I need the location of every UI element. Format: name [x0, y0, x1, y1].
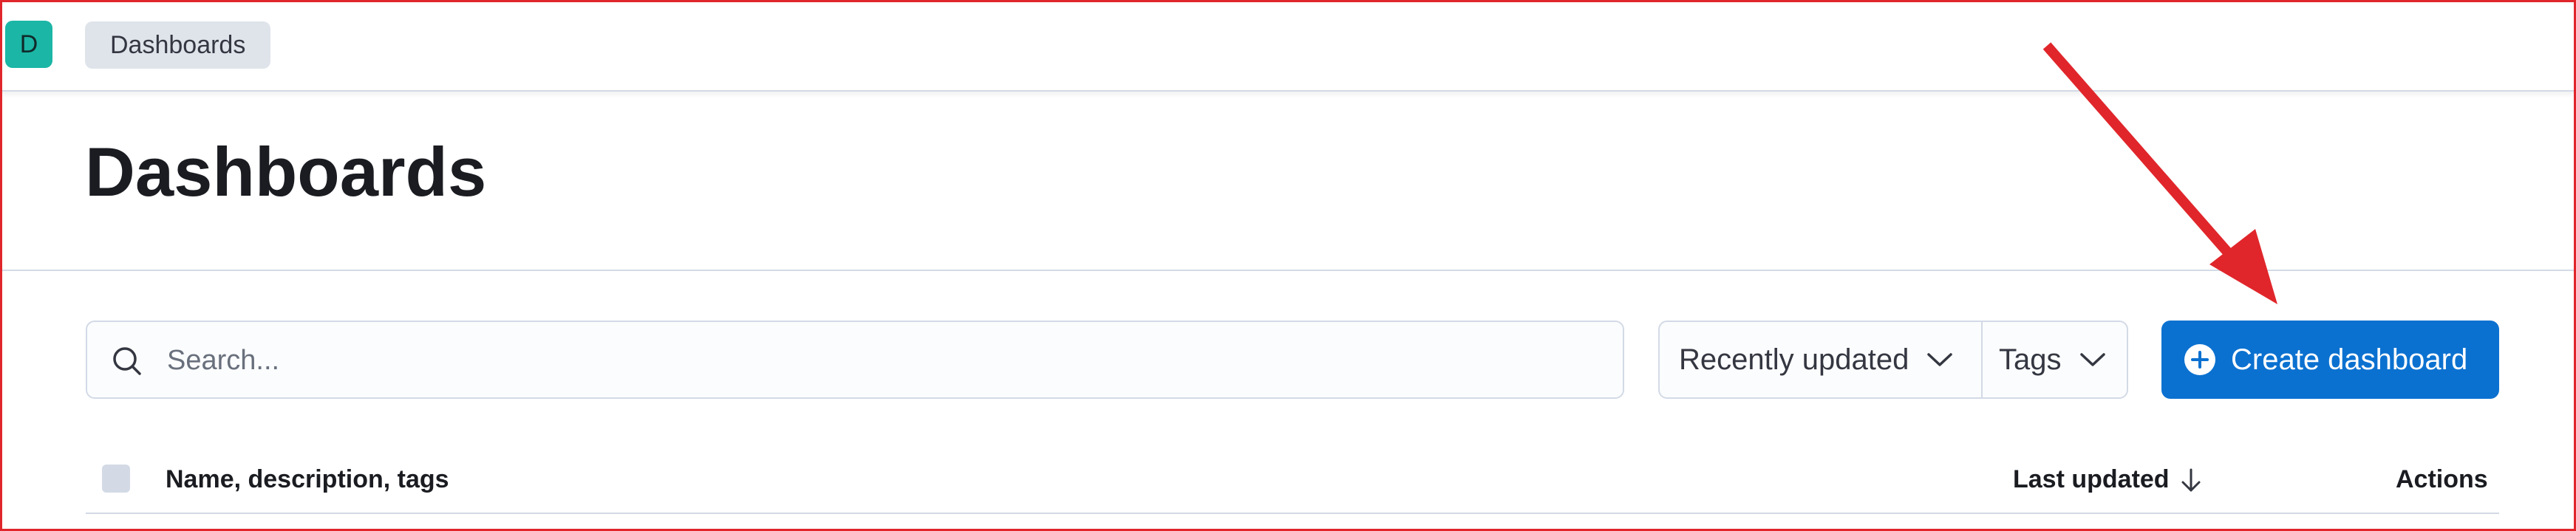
search-icon: [113, 347, 141, 375]
arrow-down-icon: [2181, 468, 2201, 491]
avatar[interactable]: D: [5, 21, 52, 68]
top-header: D Dashboards: [0, 0, 2576, 92]
tags-dropdown-label: Tags: [1999, 343, 2062, 376]
search-box[interactable]: [86, 321, 1624, 399]
sort-dropdown-label: Recently updated: [1679, 343, 1909, 376]
tags-dropdown[interactable]: Tags: [1983, 322, 2127, 397]
title-divider: [0, 270, 2576, 271]
column-header-actions: Actions: [2396, 465, 2488, 493]
column-header-last-updated-label: Last updated: [2013, 465, 2170, 493]
filter-group: Recently updated Tags: [1658, 321, 2128, 399]
breadcrumb[interactable]: Dashboards: [85, 21, 271, 69]
chevron-down-icon: [1927, 353, 1953, 366]
sort-dropdown[interactable]: Recently updated: [1660, 322, 1983, 397]
create-dashboard-label: Create dashboard: [2231, 343, 2468, 376]
create-dashboard-button[interactable]: Create dashboard: [2161, 321, 2499, 399]
page-title: Dashboards: [85, 133, 487, 210]
chevron-down-icon: [2079, 353, 2105, 366]
select-all-checkbox[interactable]: [102, 465, 130, 493]
column-header-name[interactable]: Name, description, tags: [166, 465, 449, 494]
search-input[interactable]: [166, 322, 1609, 399]
column-header-last-updated[interactable]: Last updated: [2013, 465, 2204, 494]
table-header: Name, description, tags Last updated Act…: [86, 443, 2499, 514]
plus-circle-icon: [2184, 344, 2215, 375]
